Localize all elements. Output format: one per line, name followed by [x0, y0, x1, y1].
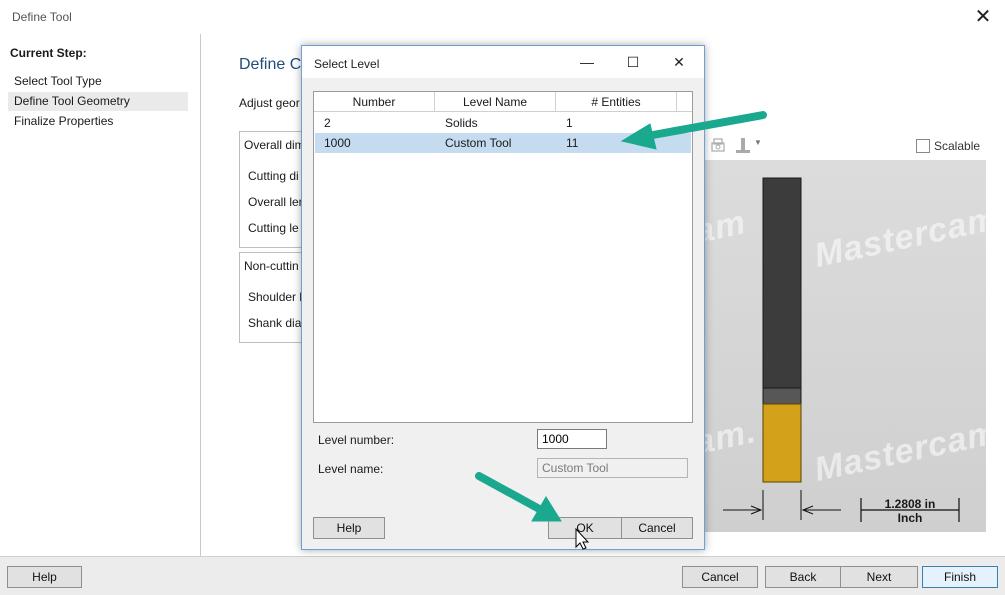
level-number-input[interactable]: [537, 429, 607, 449]
row-number: 1000: [324, 136, 351, 150]
level-number-label: Level number:: [318, 433, 395, 447]
print-icon[interactable]: [709, 137, 727, 155]
next-button[interactable]: Next: [840, 566, 918, 588]
dialog-help-button[interactable]: Help: [313, 517, 385, 539]
table-row-selected[interactable]: 1000 Custom Tool 11: [315, 133, 691, 153]
column-header-filler: [677, 92, 692, 112]
tool-holder-icon[interactable]: [735, 137, 751, 155]
back-button[interactable]: Back: [765, 566, 841, 588]
level-list[interactable]: Number Level Name # Entities 2 Solids 1 …: [313, 91, 693, 423]
step-define-tool-geometry[interactable]: Define Tool Geometry: [8, 92, 188, 111]
finish-button[interactable]: Finish: [922, 566, 998, 588]
overall-length-label: Overall ler: [248, 195, 303, 209]
overall-dimensions-group: Overall dim Cutting di Overall ler Cutti…: [239, 131, 307, 248]
cutting-diameter-label: Cutting di: [248, 169, 299, 183]
maximize-icon[interactable]: ☐: [618, 50, 648, 74]
row-level-name: Custom Tool: [445, 136, 512, 150]
group-title: Overall dim: [244, 138, 305, 152]
table-row[interactable]: 2 Solids 1: [315, 113, 691, 133]
row-level-name: Solids: [445, 116, 478, 130]
column-header-entities[interactable]: # Entities: [556, 92, 677, 112]
column-header-number[interactable]: Number: [314, 92, 435, 112]
page-heading: Define C: [239, 56, 302, 73]
dimension-value: 1.2808 in: [884, 497, 936, 511]
cancel-button[interactable]: Cancel: [682, 566, 758, 588]
column-header-level-name[interactable]: Level Name: [435, 92, 556, 112]
scalable-label: Scalable: [934, 139, 981, 153]
step-select-tool-type[interactable]: Select Tool Type: [8, 72, 188, 91]
select-level-dialog: Select Level — ☐ ✕ Number Level Name # E…: [301, 45, 705, 550]
step-finalize-properties[interactable]: Finalize Properties: [8, 112, 188, 131]
level-name-label: Level name:: [318, 462, 384, 476]
tool-shoulder: [762, 387, 802, 405]
dimension-unit: Inch: [897, 511, 923, 525]
close-icon[interactable]: ✕: [972, 6, 994, 28]
minimize-icon[interactable]: —: [572, 50, 602, 74]
tool-shank: [762, 177, 802, 391]
window-title: Define Tool: [12, 10, 72, 24]
non-cutting-group: Non-cuttin Shoulder l Shank dia: [239, 252, 307, 343]
close-icon[interactable]: ✕: [664, 50, 694, 74]
dropdown-arrow-icon[interactable]: ▼: [754, 138, 762, 147]
row-number: 2: [324, 116, 331, 130]
tool-cutter: [762, 403, 802, 483]
shank-diameter-label: Shank dia: [248, 316, 302, 330]
group-title: Non-cuttin: [244, 259, 299, 273]
cutting-length-label: Cutting le: [248, 221, 299, 235]
help-button[interactable]: Help: [7, 566, 82, 588]
tool-preview: am Mastercam am. Mastercam 1.2808 in Inc…: [703, 160, 986, 532]
row-entities: 1: [566, 116, 573, 130]
shoulder-label: Shoulder l: [248, 290, 303, 304]
scalable-checkbox[interactable]: [916, 139, 930, 153]
title-bar: [0, 0, 1005, 34]
level-name-input[interactable]: [537, 458, 688, 478]
row-entities: 11: [566, 136, 579, 150]
current-step-heading: Current Step:: [10, 46, 87, 60]
dialog-cancel-button[interactable]: Cancel: [621, 517, 693, 539]
ok-button[interactable]: OK: [548, 517, 622, 539]
dialog-title: Select Level: [314, 57, 380, 71]
tool-drawing: [723, 177, 960, 522]
instruction-text: Adjust geor: [239, 96, 300, 110]
